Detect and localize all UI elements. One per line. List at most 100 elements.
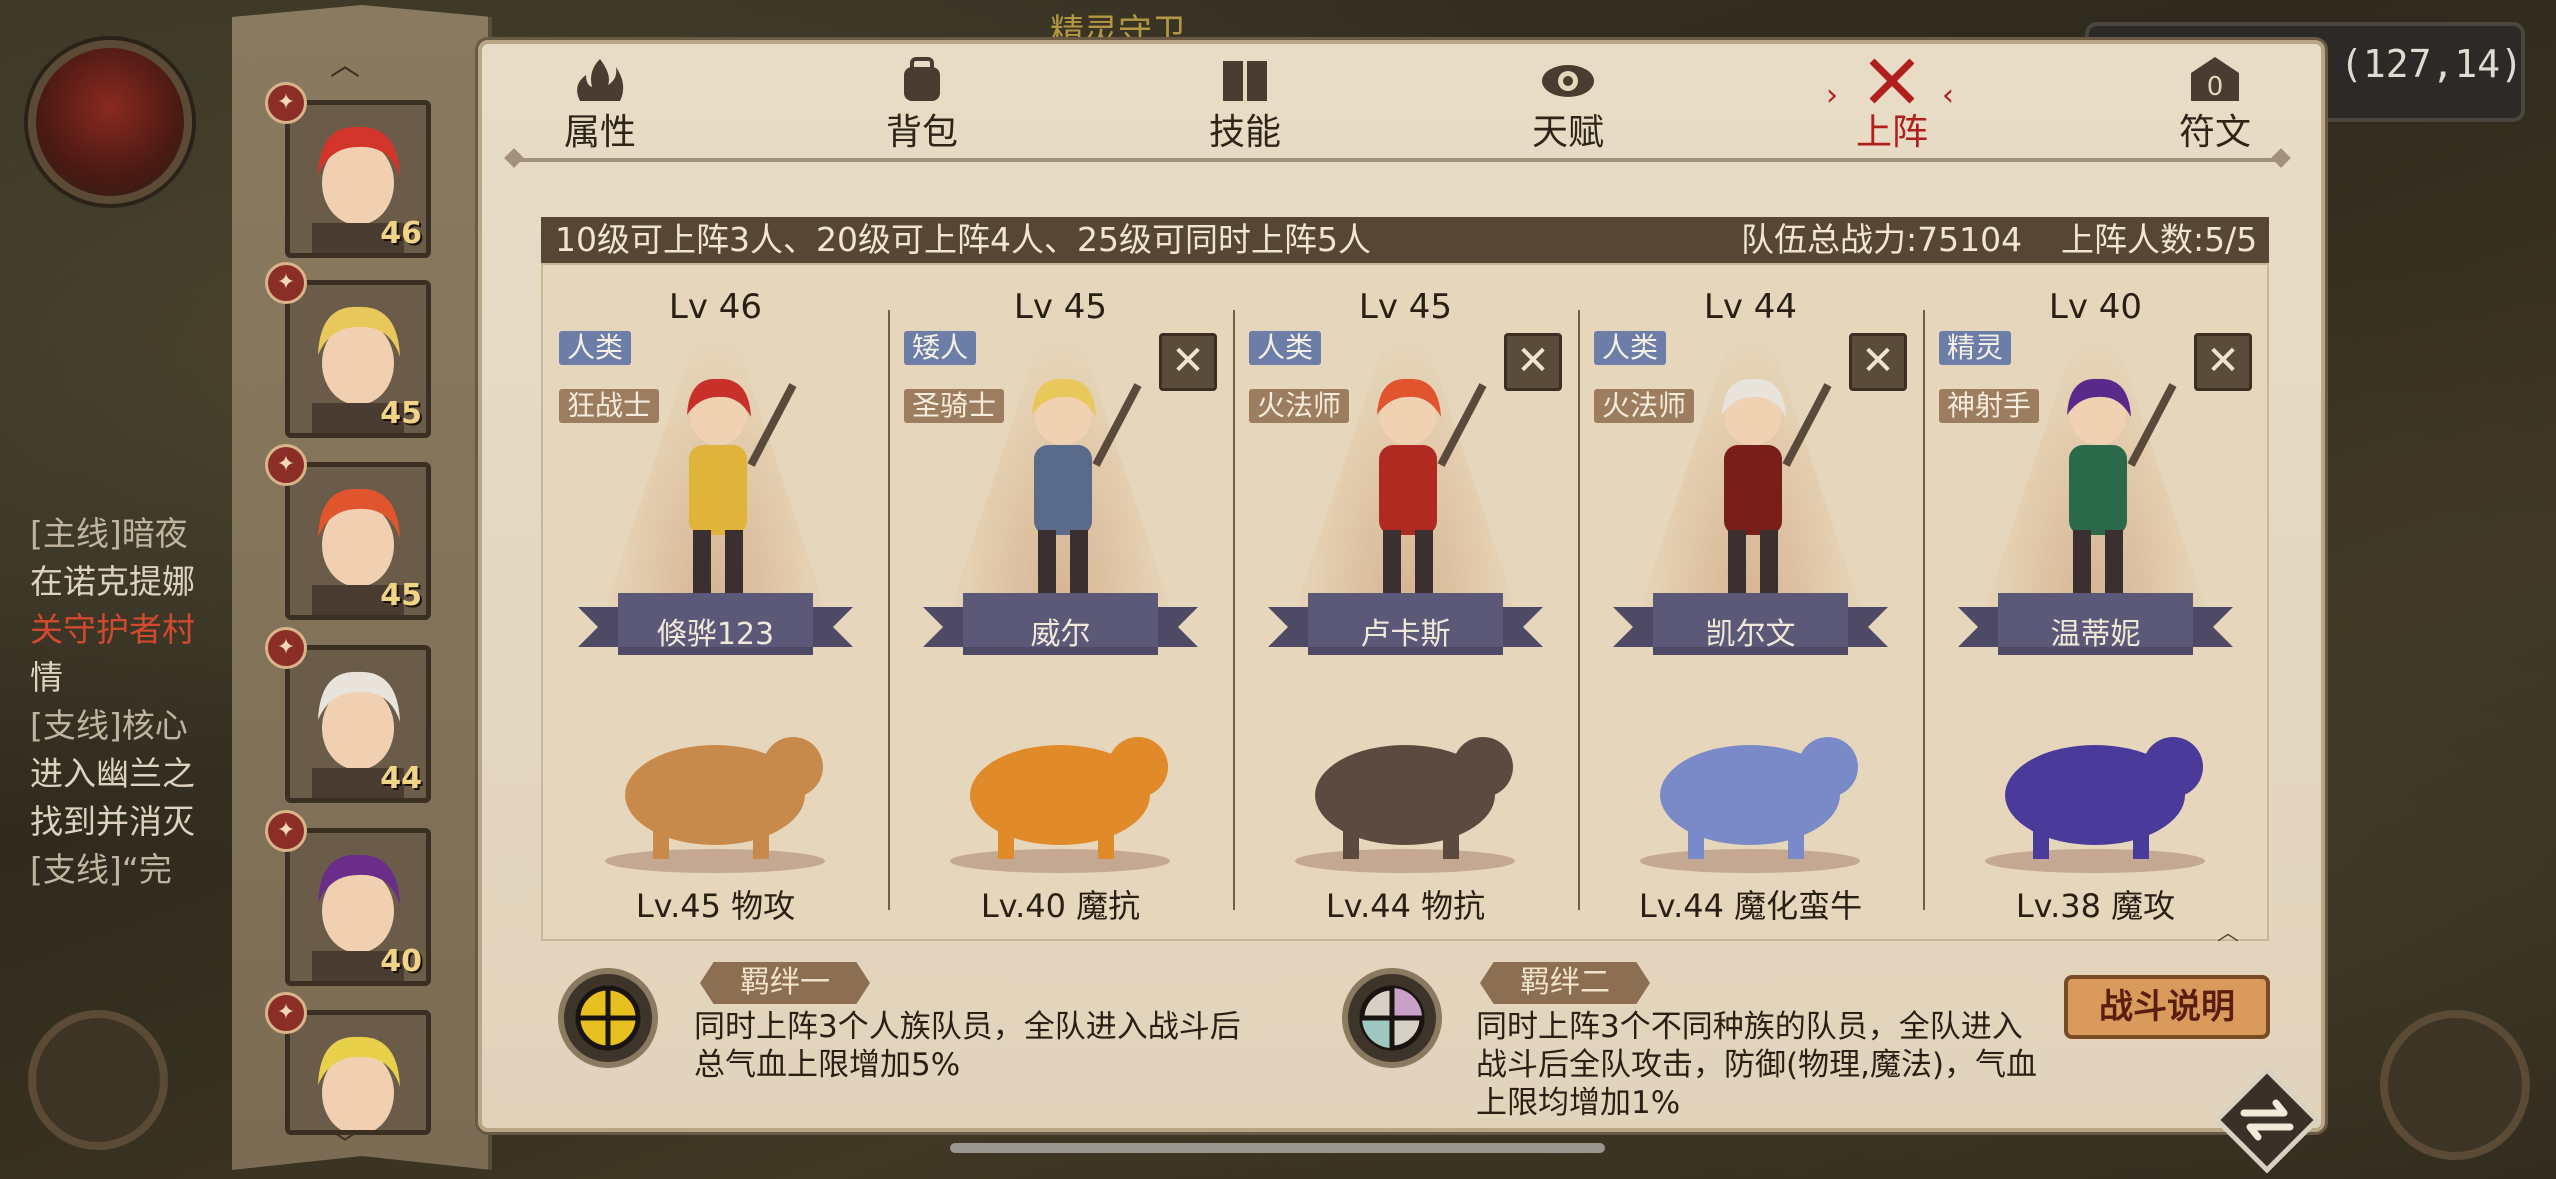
hero-class-badge-icon: ✦ <box>265 627 307 669</box>
hero-class-badge-icon: ✦ <box>265 992 307 1034</box>
team-slot[interactable]: Lv 40 精灵 神射手 ✕ 温蒂妮 Lv.38 魔攻 <box>1923 265 2268 941</box>
battle-info-button[interactable]: 战斗说明 <box>2064 975 2270 1039</box>
class-tag: 火法师 <box>1594 389 1695 423</box>
team-slot[interactable]: Lv 46 人类 狂战士 倏骅123 Lv.45 物攻 <box>543 265 888 941</box>
team-slot[interactable]: Lv 44 人类 火法师 ✕ 凯尔文 Lv.44 魔化蛮牛 <box>1578 265 1923 941</box>
tab-flame[interactable]: 属性 <box>540 55 660 155</box>
pet-level-label: Lv.38 魔攻 <box>2015 887 2176 925</box>
player-avatar[interactable] <box>28 40 192 204</box>
hud-menu-button[interactable] <box>28 1010 168 1150</box>
pet-portrait[interactable] <box>1618 695 1883 875</box>
bond-one-icon[interactable] <box>558 968 658 1068</box>
quest-log-line: [主线]暗夜 <box>30 514 188 553</box>
bond-two-icon[interactable] <box>1342 968 1442 1068</box>
quest-log-line: [支线]“完 <box>30 850 172 889</box>
close-icon: ✕ <box>1171 338 1205 384</box>
hero-level: Lv 45 <box>1358 287 1453 327</box>
race-tag: 人类 <box>1249 331 1322 365</box>
roster-hero-card[interactable]: 45 <box>285 462 431 620</box>
roster-hero-level: 46 <box>380 216 422 251</box>
team-slot[interactable]: Lv 45 人类 火法师 ✕ 卢卡斯 Lv.44 物抗 <box>1233 265 1578 941</box>
roster-hero-card[interactable]: 45 <box>285 280 431 438</box>
hero-level: Lv 46 <box>668 287 763 327</box>
eye-sigil-icon <box>1542 65 1594 97</box>
hero-portrait[interactable] <box>1648 325 1858 625</box>
roster-hero-card[interactable] <box>285 1010 431 1135</box>
home-indicator[interactable] <box>950 1143 1605 1153</box>
roster-hero-level: 45 <box>380 396 422 431</box>
remove-hero-button[interactable]: ✕ <box>1849 333 1907 391</box>
pet-level-label: Lv.44 物抗 <box>1325 887 1486 925</box>
hero-class-badge-icon: ✦ <box>265 82 307 124</box>
pet-level-label: Lv.45 物攻 <box>635 887 796 925</box>
roster-hero-card[interactable]: 46 <box>285 100 431 258</box>
roster-scroll-up-icon[interactable]: ︿ <box>330 40 360 84</box>
team-slot[interactable]: Lv 45 矮人 圣骑士 ✕ 威尔 Lv.40 魔抗 <box>888 265 1233 941</box>
class-tag: 神射手 <box>1939 389 2040 423</box>
pet-level-label: Lv.40 魔抗 <box>980 887 1141 925</box>
tab-crossed-swords[interactable]: 上阵 <box>1832 55 1952 155</box>
hero-class-badge-icon: ✦ <box>265 262 307 304</box>
tab-label: 背包 <box>885 112 958 153</box>
book-icon <box>1223 59 1267 103</box>
tab-label: 天赋 <box>1531 112 1604 153</box>
slot-divider <box>1578 310 1580 910</box>
quest-log-line: 进入幽兰之 <box>30 754 195 793</box>
tab-label: 上阵 <box>1855 112 1928 153</box>
pet-portrait[interactable] <box>1963 695 2228 875</box>
close-icon: ✕ <box>2206 338 2240 384</box>
quest-log-line: 找到并消灭 <box>30 802 195 841</box>
backpack-icon <box>904 57 940 101</box>
crossed-swords-icon <box>1869 58 1915 104</box>
hero-name: 温蒂妮 <box>2050 617 2141 652</box>
team-power: 队伍总战力:75104 <box>1741 220 2023 259</box>
tab-backpack[interactable]: 背包 <box>862 55 982 155</box>
slot-divider <box>1233 310 1235 910</box>
bond-one-title: 羁绊一 <box>700 962 870 1004</box>
hero-portrait[interactable] <box>613 325 823 625</box>
quest-log-line: 关守护者村 <box>30 610 195 649</box>
hero-level: Lv 40 <box>2048 287 2143 327</box>
hero-level: Lv 45 <box>1013 287 1108 327</box>
class-tag: 火法师 <box>1249 389 1350 423</box>
active-tab-marker-icon: › <box>1826 78 1838 113</box>
slot-divider <box>1923 310 1925 910</box>
quest-log-line: 情 <box>30 658 63 697</box>
close-icon: ✕ <box>1516 338 1550 384</box>
close-icon: ✕ <box>1861 338 1895 384</box>
remove-hero-button[interactable]: ✕ <box>1504 333 1562 391</box>
hero-level: Lv 44 <box>1703 287 1798 327</box>
pet-portrait[interactable] <box>583 695 848 875</box>
coordinates-readout: (127,14) <box>2340 42 2524 86</box>
tab-book[interactable]: 技能 <box>1185 55 1305 155</box>
pet-portrait[interactable] <box>1273 695 1538 875</box>
slot-divider <box>888 310 890 910</box>
hero-class-badge-icon: ✦ <box>265 444 307 486</box>
tab-rune[interactable]: 0 符文 <box>2155 55 2275 155</box>
swap-arrows-icon[interactable] <box>2212 1065 2322 1175</box>
class-tag: 狂战士 <box>559 389 660 423</box>
roster-hero-card[interactable]: 40 <box>285 828 431 986</box>
deploy-count: 上阵人数:5/5 <box>2061 220 2258 259</box>
remove-hero-button[interactable]: ✕ <box>2194 333 2252 391</box>
roster-hero-card[interactable]: 44 <box>285 645 431 803</box>
hero-portrait[interactable] <box>1303 325 1513 625</box>
svg-text:0: 0 <box>2207 72 2224 102</box>
deploy-rule-text: 10级可上阵3人、20级可上阵4人、25级可同时上阵5人 <box>555 220 1371 259</box>
home-button[interactable] <box>2380 1010 2530 1160</box>
race-tag: 矮人 <box>904 331 977 365</box>
quest-log-line: [支线]核心 <box>30 706 188 745</box>
quest-log[interactable]: [主线]暗夜 在诺克提娜 关守护者村情 [支线]核心 进入幽兰之 找到并消灭 [支线]“完 <box>30 510 230 894</box>
tab-eye-sigil[interactable]: 天赋 <box>1508 55 1628 155</box>
class-tag: 圣骑士 <box>904 389 1005 423</box>
pet-level-label: Lv.44 魔化蛮牛 <box>1638 887 1863 925</box>
race-tag: 人类 <box>559 331 632 365</box>
team-info-bar: 10级可上阵3人、20级可上阵4人、25级可同时上阵5人 队伍总战力:75104… <box>541 217 2269 263</box>
hero-portrait[interactable] <box>958 325 1168 625</box>
rune-icon: 0 <box>2191 57 2239 102</box>
tab-divider <box>515 158 2280 162</box>
pet-portrait[interactable] <box>928 695 1193 875</box>
hero-portrait[interactable] <box>1993 325 2203 625</box>
roster-hero-level: 44 <box>380 761 422 796</box>
remove-hero-button[interactable]: ✕ <box>1159 333 1217 391</box>
